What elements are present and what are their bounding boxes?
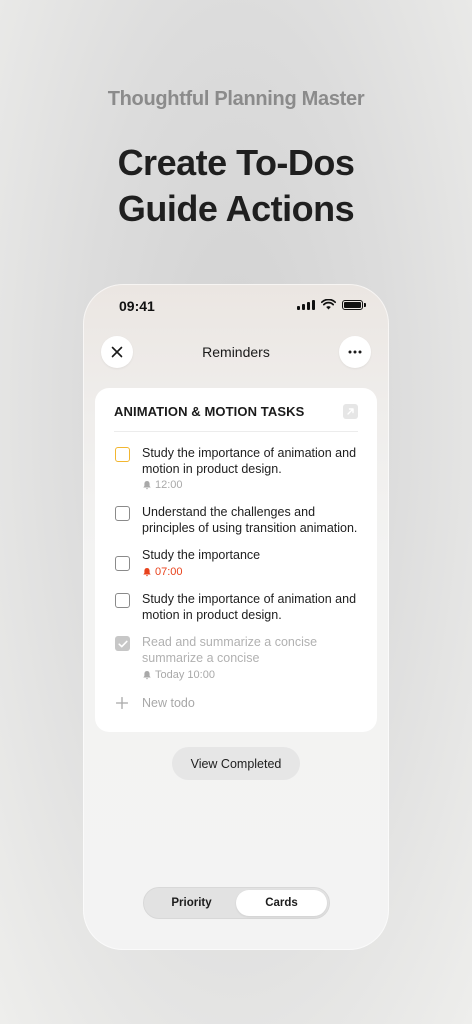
- bell-icon: [143, 481, 151, 490]
- promo-tagline: Thoughtful Planning Master: [107, 88, 365, 110]
- todo-reminder: Today 10:00: [142, 669, 215, 681]
- reminder-time: Today 10:00: [155, 669, 215, 681]
- todo-text: Understand the challenges and principles…: [142, 505, 358, 535]
- reminder-time: 12:00: [155, 479, 183, 491]
- todo-checkbox[interactable]: [115, 593, 130, 608]
- todo-reminder: 07:00: [142, 566, 183, 578]
- todo-item[interactable]: Read and summarize a concise summarize a…: [115, 635, 365, 683]
- todo-checkbox[interactable]: [115, 636, 130, 651]
- bell-icon: [143, 671, 151, 680]
- nav-bar: Reminders: [83, 336, 389, 370]
- bell-icon: [143, 568, 151, 577]
- more-button[interactable]: [339, 336, 371, 368]
- todo-reminder: 12:00: [142, 479, 183, 491]
- todo-text: Study the importance of animation and mo…: [142, 446, 357, 476]
- expand-icon[interactable]: [343, 404, 358, 419]
- checkmark-icon: [117, 640, 128, 647]
- status-icons: [297, 299, 366, 310]
- plus-icon: [116, 697, 128, 709]
- new-todo-input[interactable]: New todo: [142, 696, 195, 710]
- todo-checkbox[interactable]: [115, 447, 130, 462]
- todo-checkbox[interactable]: [115, 556, 130, 571]
- view-option-cards[interactable]: Cards: [236, 890, 327, 916]
- more-icon: [348, 350, 362, 354]
- todo-item[interactable]: Study the importance of animation and mo…: [115, 592, 365, 624]
- todo-checkbox[interactable]: [115, 506, 130, 521]
- view-option-priority[interactable]: Priority: [146, 890, 237, 916]
- view-switch: Priority Cards: [143, 887, 330, 919]
- promo-headline: Create To-Dos Guide Actions: [0, 140, 472, 232]
- todo-text: Study the importance of animation and mo…: [142, 592, 357, 622]
- promo-headline-line-2: Guide Actions: [117, 188, 355, 229]
- phone-frame: 09:41 Reminders ANIMATION & MOTION TASKS…: [83, 284, 389, 950]
- battery-icon: [342, 299, 366, 310]
- todo-text: Read and summarize a concise summarize a…: [142, 635, 318, 665]
- list-title: ANIMATION & MOTION TASKS: [114, 404, 305, 419]
- todo-item[interactable]: Study the importance of animation and mo…: [115, 446, 365, 494]
- todo-list-card: ANIMATION & MOTION TASKS Study the impor…: [95, 388, 377, 732]
- list-header: ANIMATION & MOTION TASKS: [114, 404, 358, 432]
- new-todo-row[interactable]: New todo: [115, 696, 315, 712]
- todo-item[interactable]: Understand the challenges and principles…: [115, 505, 365, 537]
- status-time: 09:41: [119, 298, 155, 314]
- view-completed-button[interactable]: View Completed: [172, 747, 300, 780]
- reminder-time: 07:00: [155, 566, 183, 578]
- promo-headline-line-1: Create To-Dos: [117, 142, 355, 183]
- cellular-signal-icon: [297, 299, 315, 310]
- todo-text: Study the importance: [142, 548, 261, 562]
- status-bar: 09:41: [83, 296, 389, 316]
- wifi-icon: [321, 299, 336, 310]
- todo-item[interactable]: Study the importance 07:00: [115, 548, 365, 580]
